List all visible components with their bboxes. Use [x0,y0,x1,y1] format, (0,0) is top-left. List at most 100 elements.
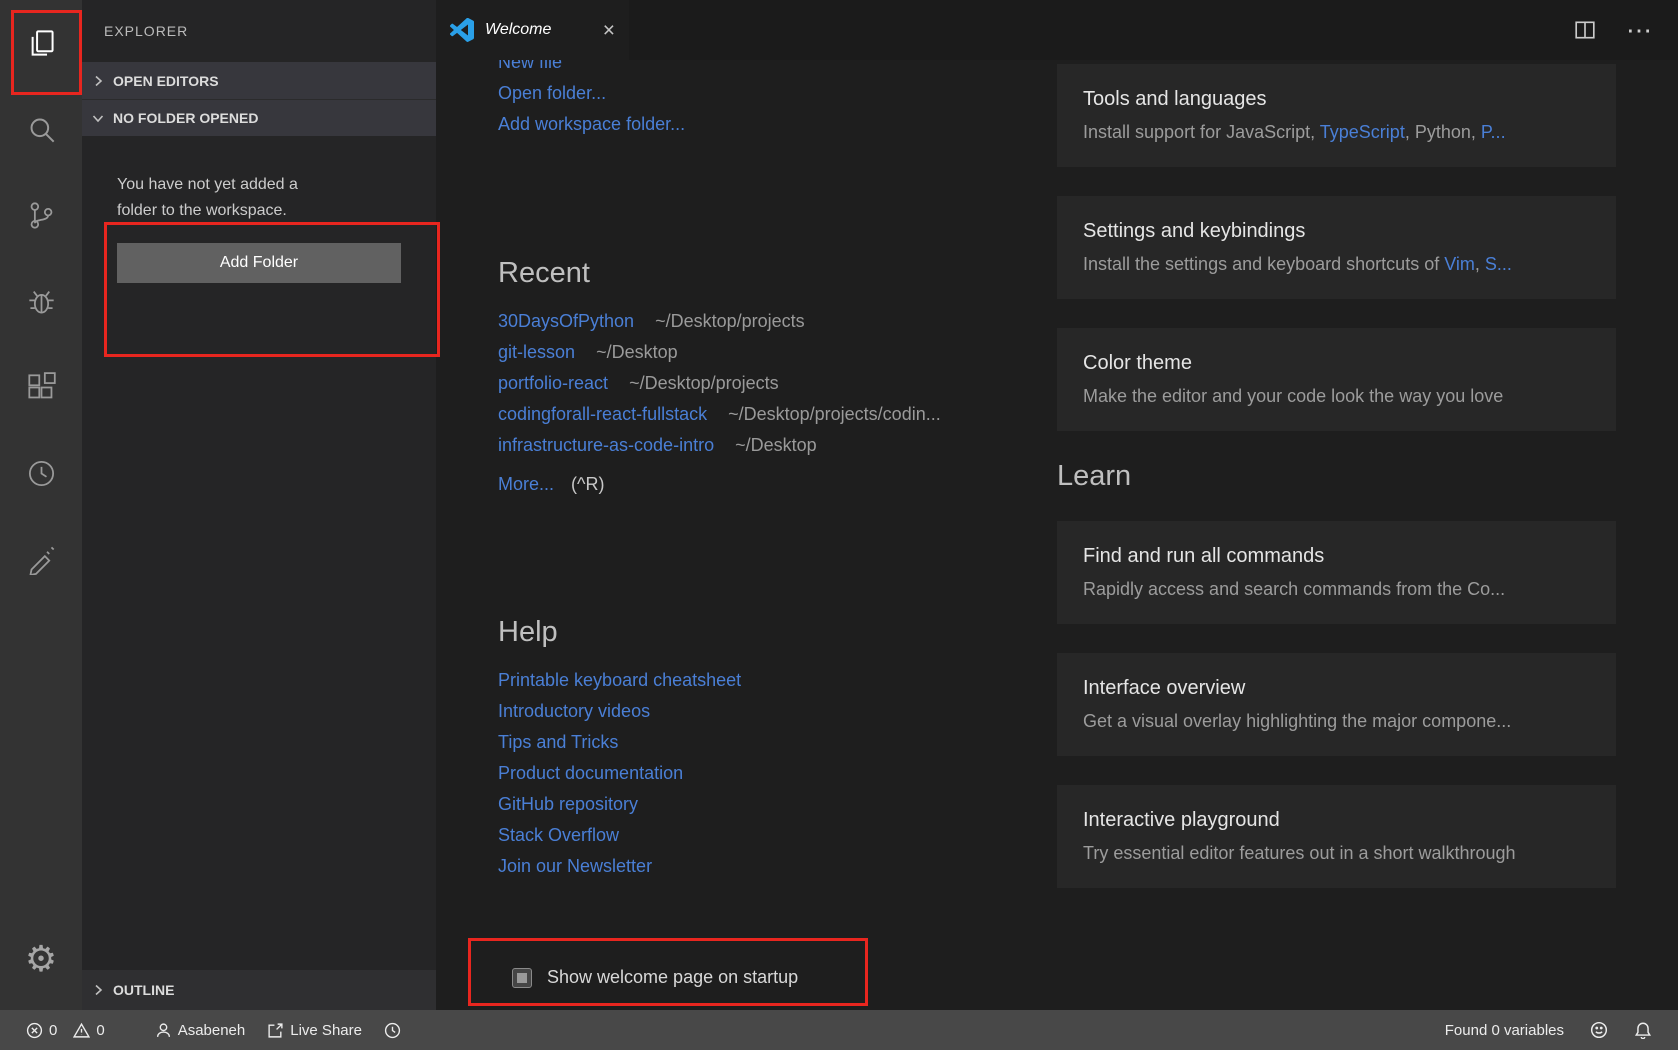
person-icon [155,1022,172,1039]
editor-group: Welcome × ⋯ New file Open folder... Add … [436,0,1678,1010]
new-file-link[interactable]: New file [498,60,995,78]
recent-item-path: ~/Desktop [735,435,817,455]
help-list: Printable keyboard cheatsheet Introducto… [498,665,995,882]
vscode-logo-icon [450,18,474,42]
chevron-right-icon [90,982,106,998]
card-title: Find and run all commands [1083,545,1590,568]
help-link-github-repo[interactable]: GitHub repository [498,794,638,814]
help-link-newsletter[interactable]: Join our Newsletter [498,856,652,876]
vscode-window: ⚙ EXPLORER OPEN EDITORS NO FOLDER OPENED… [0,0,1678,1050]
recent-item: portfolio-react ~/Desktop/projects [498,368,995,399]
account-status[interactable]: Asabeneh [155,1022,246,1039]
extensions-icon[interactable] [0,344,82,430]
recent-item: codingforall-react-fullstack ~/Desktop/p… [498,399,995,430]
status-left: 0 0 Asabeneh Live Share [26,1022,401,1039]
explorer-sidebar: EXPLORER OPEN EDITORS NO FOLDER OPENED Y… [82,0,436,1010]
help-link-cheatsheet[interactable]: Printable keyboard cheatsheet [498,670,741,690]
welcome-page: New file Open folder... Add workspace fo… [436,60,1678,1010]
tab-label: Welcome [485,21,551,39]
startup-row: Show welcome page on startup [498,967,995,988]
show-welcome-checkbox[interactable] [512,968,532,988]
notifications-bell-icon[interactable] [1634,1021,1652,1039]
help-link-tips-tricks[interactable]: Tips and Tricks [498,732,618,752]
tab-close-icon[interactable]: × [603,20,615,41]
vim-link[interactable]: Vim [1444,254,1475,274]
warning-count: 0 [96,1022,104,1039]
recent-item-link[interactable]: infrastructure-as-code-intro [498,435,714,455]
pen-icon[interactable] [0,516,82,602]
card-title: Settings and keybindings [1083,220,1590,243]
card-desc: Get a visual overlay highlighting the ma… [1083,711,1590,732]
clock-icon [384,1022,401,1039]
card-desc: Install support for JavaScript, TypeScri… [1083,122,1590,143]
add-folder-button[interactable]: Add Folder [117,243,401,283]
recent-more-row: More... (^R) [498,469,995,500]
card-desc: Install the settings and keyboard shortc… [1083,254,1590,275]
no-folder-section[interactable]: NO FOLDER OPENED [82,99,436,136]
desc-text: Install support for JavaScript, [1083,122,1320,142]
search-icon[interactable] [0,86,82,172]
desc-text: Install the settings and keyboard shortc… [1083,254,1444,274]
recent-item-link[interactable]: git-lesson [498,342,575,362]
chevron-right-icon [90,73,106,89]
split-editor-icon[interactable] [1574,19,1596,41]
add-workspace-folder-link[interactable]: Add workspace folder... [498,109,995,140]
activity-bar: ⚙ [0,0,82,1010]
settings-gear-icon[interactable]: ⚙ [25,924,57,994]
help-link-intro-videos[interactable]: Introductory videos [498,701,650,721]
learn-heading: Learn [1057,460,1616,493]
desc-text: , [1475,254,1485,274]
feedback-smiley-icon[interactable] [1590,1021,1608,1039]
card-color-theme[interactable]: Color theme Make the editor and your cod… [1057,328,1616,431]
card-desc: Try essential editor features out in a s… [1083,843,1590,864]
card-tools-and-languages[interactable]: Tools and languages Install support for … [1057,64,1616,167]
source-control-icon[interactable] [0,172,82,258]
more-actions-icon[interactable]: ⋯ [1626,17,1652,43]
recent-item-link[interactable]: portfolio-react [498,373,608,393]
recent-item-link[interactable]: 30DaysOfPython [498,311,634,331]
sidebar-title: EXPLORER [82,0,436,62]
recent-item-path: ~/Desktop/projects/codin... [728,404,941,424]
found-variables-status: Found 0 variables [1445,1022,1564,1039]
no-folder-message-area: You have not yet added a folder to the w… [82,136,436,970]
card-title: Tools and languages [1083,88,1590,111]
warning-icon [73,1022,90,1039]
desc-text: , Python, [1405,122,1481,142]
live-share-icon [267,1022,284,1039]
help-link-product-docs[interactable]: Product documentation [498,763,683,783]
recent-item-link[interactable]: codingforall-react-fullstack [498,404,707,424]
php-link[interactable]: P... [1481,122,1506,142]
more-link[interactable]: More... [498,474,554,494]
card-settings-and-keybindings[interactable]: Settings and keybindings Install the set… [1057,196,1616,299]
debug-icon[interactable] [0,258,82,344]
welcome-right-column: Tools and languages Install support for … [1057,60,1616,1010]
empty-message-line2: folder to the workspace. [117,198,401,224]
typescript-link[interactable]: TypeScript [1320,122,1405,142]
live-share-status[interactable]: Live Share [267,1022,362,1039]
welcome-left-column: New file Open folder... Add workspace fo… [498,60,995,1010]
help-link-stack-overflow[interactable]: Stack Overflow [498,825,619,845]
empty-message-line1: You have not yet added a [117,172,401,198]
open-folder-link[interactable]: Open folder... [498,78,995,109]
recent-list: 30DaysOfPython ~/Desktop/projects git-le… [498,306,995,461]
tab-welcome[interactable]: Welcome × [436,0,629,60]
card-title: Interface overview [1083,677,1590,700]
card-desc: Rapidly access and search commands from … [1083,579,1590,600]
problems-indicator[interactable]: 0 0 [26,1022,105,1039]
outline-section[interactable]: OUTLINE [82,970,436,1010]
clock-status[interactable] [384,1022,401,1039]
card-interactive-playground[interactable]: Interactive playground Try essential edi… [1057,785,1616,888]
files-explorer-icon[interactable] [0,0,82,86]
recent-item: infrastructure-as-code-intro ~/Desktop [498,430,995,461]
no-folder-label: NO FOLDER OPENED [113,110,258,126]
error-icon [26,1022,43,1039]
card-interface-overview[interactable]: Interface overview Get a visual overlay … [1057,653,1616,756]
open-editors-section[interactable]: OPEN EDITORS [82,62,436,99]
tab-bar: Welcome × ⋯ [436,0,1678,60]
sublime-link[interactable]: S... [1485,254,1512,274]
recent-item: git-lesson ~/Desktop [498,337,995,368]
card-find-run-commands[interactable]: Find and run all commands Rapidly access… [1057,521,1616,624]
card-desc: Make the editor and your code look the w… [1083,386,1590,407]
help-heading: Help [498,616,995,649]
clock-icon[interactable] [0,430,82,516]
